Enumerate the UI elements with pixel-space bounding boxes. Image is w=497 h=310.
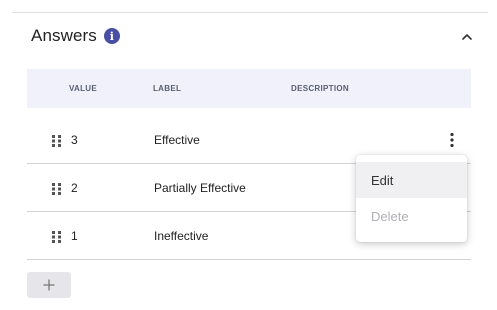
table-header: VALUE LABEL DESCRIPTION: [27, 69, 471, 108]
chevron-up-icon[interactable]: [460, 30, 474, 44]
column-header-description[interactable]: DESCRIPTION: [291, 84, 349, 93]
column-header-label[interactable]: LABEL: [153, 84, 181, 93]
section-header: Answers i: [31, 26, 120, 46]
row-label: Partially Effective: [154, 181, 246, 195]
row-value: 3: [71, 133, 78, 147]
row-label: Ineffective: [154, 229, 209, 243]
row-value: 1: [71, 229, 78, 243]
row-context-menu: Edit Delete: [356, 155, 467, 242]
menu-item-delete[interactable]: Delete: [356, 198, 467, 234]
section-title: Answers: [31, 26, 97, 45]
info-icon[interactable]: i: [103, 28, 120, 44]
menu-item-edit[interactable]: Edit: [356, 162, 467, 198]
drag-handle-icon[interactable]: [52, 182, 62, 195]
section-divider: [12, 12, 488, 13]
drag-handle-icon[interactable]: [52, 134, 62, 147]
add-answer-button[interactable]: [27, 272, 71, 298]
column-header-value[interactable]: VALUE: [69, 84, 97, 93]
kebab-menu-icon[interactable]: [449, 132, 455, 148]
row-label: Effective: [154, 133, 200, 147]
plus-icon: [43, 279, 55, 291]
drag-handle-icon[interactable]: [52, 230, 62, 243]
row-value: 2: [71, 181, 78, 195]
